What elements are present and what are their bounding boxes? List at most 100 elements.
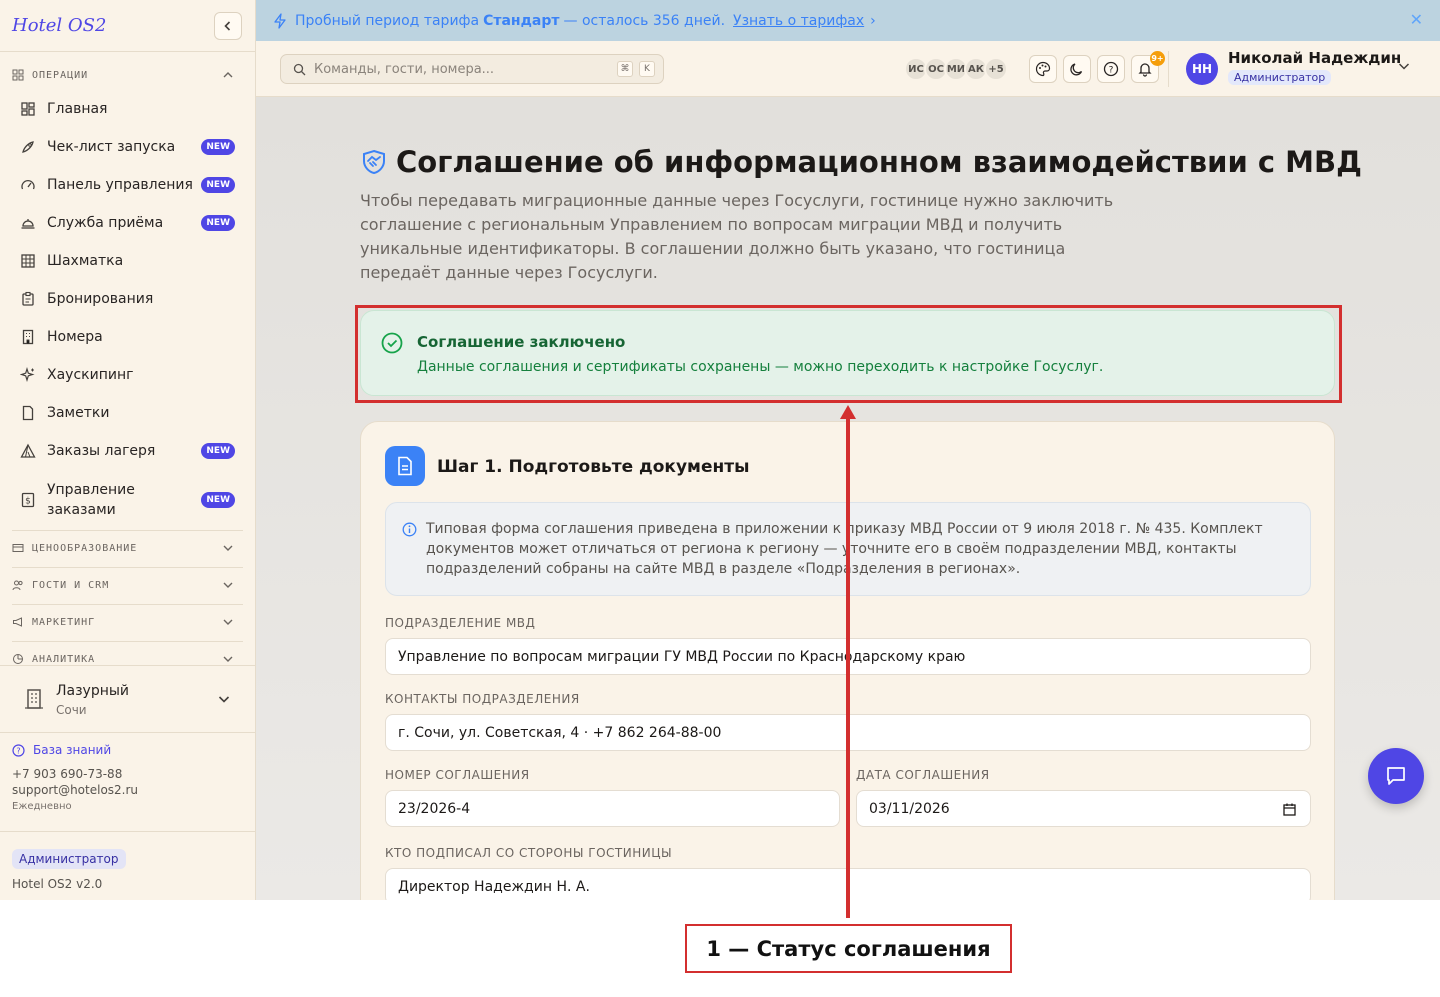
- sidebar-item-order-management[interactable]: $ Управление заказами NEW: [12, 478, 243, 522]
- sidebar-item-label: Шахматка: [47, 253, 124, 269]
- top-bar: Команды, гости, номера... ⌘ K ИС ОС МИ А…: [256, 41, 1440, 97]
- hotel-switcher[interactable]: Лазурный Сочи: [0, 665, 255, 733]
- bell-service-icon: [21, 219, 35, 229]
- sidebar-item-bookings[interactable]: Бронирования: [12, 281, 243, 317]
- banner-days-left: — осталось 356 дней.: [563, 12, 726, 29]
- chevron-down-icon: [223, 619, 233, 625]
- notifications-button[interactable]: 9+: [1131, 51, 1165, 83]
- knowledge-base-link[interactable]: ? База знаний: [12, 743, 138, 757]
- agreement-date-field[interactable]: 03/11/2026: [856, 790, 1311, 827]
- label-line: заказами: [47, 502, 116, 518]
- pricing-link[interactable]: Узнать о тарифах: [733, 13, 864, 29]
- divider: [12, 641, 243, 642]
- theme-palette-button[interactable]: [1029, 55, 1057, 83]
- receipt-dollar-icon: $: [21, 492, 35, 508]
- info-text: Типовая форма соглашения приведена в при…: [426, 521, 1263, 577]
- sidebar-item-label: Главная: [47, 101, 108, 117]
- sidebar-item-camp-orders[interactable]: Заказы лагеря NEW: [12, 433, 243, 469]
- search-placeholder: Команды, гости, номера...: [314, 61, 495, 77]
- sidebar: Hotel OS2 ОПЕРАЦИИ Главная Чек-лист запу…: [0, 0, 256, 900]
- support-email[interactable]: support@hotelos2.ru: [12, 783, 138, 797]
- clipboard-icon: [22, 291, 34, 306]
- sidebar-item-housekeeping[interactable]: Хаускипинг: [12, 357, 243, 393]
- app-version: Hotel OS2 v2.0: [12, 877, 103, 891]
- user-avatar[interactable]: НН: [1186, 53, 1218, 85]
- svg-text:$: $: [25, 497, 31, 507]
- chat-button[interactable]: [1368, 748, 1424, 804]
- user-name[interactable]: Николай Надеждин: [1228, 49, 1401, 67]
- page-title-text: Соглашение об информационном взаимодейст…: [396, 145, 1362, 179]
- group-marketing[interactable]: МАРКЕТИНГ: [12, 616, 243, 628]
- users-icon: [12, 580, 23, 591]
- close-icon[interactable]: ✕: [1410, 10, 1423, 29]
- sidebar-item-label: Панель управления: [47, 177, 193, 193]
- agreement-number-field[interactable]: 23/2026-4: [385, 790, 840, 827]
- divider: [12, 604, 243, 605]
- dashboard-grid-icon: [21, 102, 35, 116]
- sidebar-item-label: Чек-лист запуска: [47, 139, 176, 155]
- chevron-up-icon: [223, 72, 233, 78]
- group-label: ГОСТИ И CRM: [32, 579, 110, 591]
- bell-icon: [1138, 63, 1152, 77]
- step1-title: Шаг 1. Подготовьте документы: [437, 457, 750, 477]
- annotation-arrow-head: [840, 405, 856, 419]
- calendar-icon[interactable]: [1283, 803, 1296, 816]
- divider: [1168, 51, 1169, 87]
- help-circle-icon: ?: [1103, 61, 1119, 77]
- sparkles-icon: [20, 367, 35, 383]
- grid-icon: [12, 69, 24, 81]
- sidebar-footer: Администратор Hotel OS2 v2.0: [0, 831, 255, 900]
- label-line: Управление: [47, 482, 135, 498]
- new-badge: NEW: [201, 215, 235, 231]
- role-badge: Администратор: [12, 849, 126, 869]
- dark-mode-button[interactable]: [1063, 55, 1091, 83]
- sidebar-item-rooms[interactable]: Номера: [12, 319, 243, 355]
- chat-icon: [1387, 767, 1405, 785]
- info-icon: [402, 522, 417, 537]
- page-intro: Чтобы передавать миграционные данные чер…: [360, 191, 1114, 282]
- support-info: ? База знаний +7 903 690-73-88 support@h…: [12, 743, 138, 812]
- search-input[interactable]: Команды, гости, номера... ⌘ K: [280, 54, 664, 84]
- sidebar-item-label: Заметки: [47, 405, 110, 421]
- signer-label: КТО ПОДПИСАЛ СО СТОРОНЫ ГОСТИНИЦЫ: [385, 846, 673, 860]
- handshake-shield-icon: [363, 149, 385, 175]
- sidebar-item-label: Служба приёма: [47, 215, 164, 231]
- group-guests-crm[interactable]: ГОСТИ И CRM: [12, 579, 243, 591]
- sidebar-item-launch-checklist[interactable]: Чек-лист запуска NEW: [12, 129, 243, 165]
- collapse-sidebar-button[interactable]: [214, 12, 242, 40]
- sidebar-item-control-panel[interactable]: Панель управления NEW: [12, 167, 243, 203]
- help-button[interactable]: ?: [1097, 55, 1125, 83]
- user-role-badge: Администратор: [1228, 70, 1332, 85]
- moon-icon: [1070, 63, 1083, 76]
- agreement-date-value: 03/11/2026: [869, 800, 950, 817]
- hotel-city: Сочи: [56, 703, 87, 717]
- group-operations[interactable]: ОПЕРАЦИИ: [12, 69, 243, 81]
- avatar-more[interactable]: +5: [984, 57, 1008, 81]
- online-users[interactable]: ИС ОС МИ АК +5: [904, 57, 1008, 81]
- notifications-count: 9+: [1150, 51, 1165, 66]
- sidebar-item-home[interactable]: Главная: [12, 91, 243, 127]
- trial-banner: Пробный период тарифа Стандарт — осталос…: [256, 0, 1440, 41]
- group-pricing[interactable]: ЦЕНООБРАЗОВАНИЕ: [12, 542, 243, 554]
- search-icon: [293, 63, 306, 75]
- sidebar-item-chessboard[interactable]: Шахматка: [12, 243, 243, 279]
- group-label: ОПЕРАЦИИ: [32, 69, 89, 81]
- gauge-icon: [21, 179, 35, 190]
- app-logo[interactable]: Hotel OS2: [12, 15, 106, 36]
- svg-text:?: ?: [1109, 66, 1114, 76]
- annotation-highlight-box: [355, 305, 1342, 403]
- chart-pie-icon: [13, 654, 23, 664]
- sidebar-item-notes[interactable]: Заметки: [12, 395, 243, 431]
- sidebar-item-label: Хаускипинг: [47, 367, 134, 383]
- file-text-icon: [398, 456, 412, 476]
- banner-text: Пробный период тарифа: [295, 12, 480, 29]
- agreement-number-label: НОМЕР СОГЛАШЕНИЯ: [385, 768, 530, 782]
- support-phone[interactable]: +7 903 690-73-88: [12, 767, 138, 781]
- chevron-down-icon[interactable]: [1398, 61, 1410, 71]
- group-label: АНАЛИТИКА: [32, 653, 96, 665]
- rocket-icon: [22, 141, 34, 153]
- sidebar-item-front-desk[interactable]: Служба приёма NEW: [12, 205, 243, 241]
- document-icon: [385, 446, 425, 486]
- group-analytics[interactable]: АНАЛИТИКА: [12, 653, 243, 665]
- grid-table-icon: [21, 254, 35, 268]
